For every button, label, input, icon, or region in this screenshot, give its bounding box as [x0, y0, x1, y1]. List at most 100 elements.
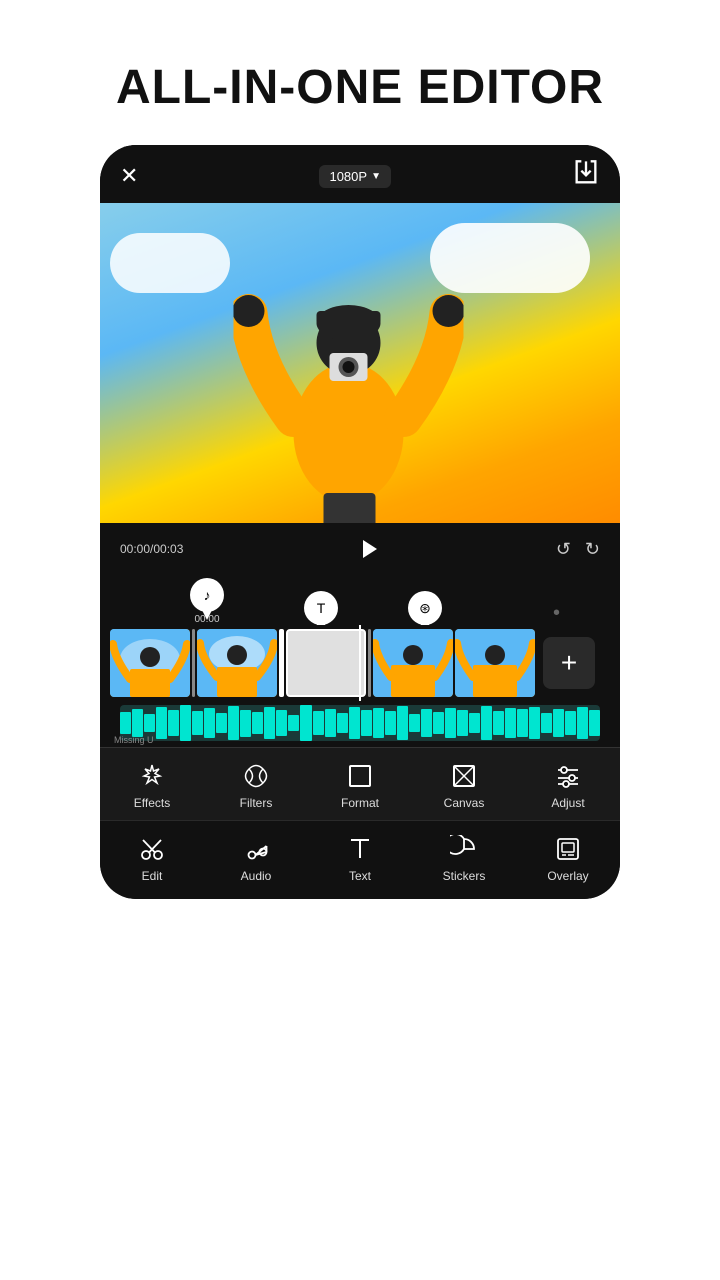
- waveform-bar: [120, 712, 131, 734]
- waveform-bar: [553, 709, 564, 737]
- add-clip-button[interactable]: +: [543, 637, 595, 689]
- tool-audio[interactable]: Audio: [204, 835, 308, 883]
- cloud-left: [110, 233, 230, 293]
- waveform-bar: [144, 714, 155, 732]
- waveform-bar: [445, 708, 456, 739]
- waveform-bar: [421, 709, 432, 737]
- waveform-bar: [361, 710, 372, 735]
- waveform-bar: [288, 715, 299, 731]
- waveform-bar: [300, 705, 311, 740]
- waveform-bar: [349, 707, 360, 739]
- effect-pin-circle: ⊛: [408, 591, 442, 625]
- text-icon: [346, 835, 374, 863]
- edit-scissors-icon: [138, 835, 166, 863]
- tool-effects[interactable]: Effects: [100, 762, 204, 810]
- waveform-bar: [204, 708, 215, 739]
- undo-redo-group: ↺ ↻: [556, 539, 600, 560]
- format-label: Format: [341, 796, 379, 810]
- waveform-bar: [505, 708, 516, 738]
- tool-canvas[interactable]: Canvas: [412, 762, 516, 810]
- waveform-bar: [385, 711, 396, 735]
- timeline-frame-1[interactable]: [110, 629, 190, 697]
- text-label: Text: [349, 869, 371, 883]
- film-strip: +: [100, 625, 620, 701]
- top-bar: ✕ 1080P ▼: [100, 145, 620, 203]
- waveform-bar: [373, 708, 384, 738]
- timeline-frame-5[interactable]: [455, 629, 535, 697]
- effects-label: Effects: [134, 796, 170, 810]
- waveform-bar: [132, 709, 143, 738]
- audio-icon: [242, 835, 270, 863]
- waveform-bar: [192, 711, 203, 734]
- waveform-bar: [240, 710, 251, 737]
- time-display: 00:00/00:03: [120, 542, 183, 556]
- waveform-bar: [457, 710, 468, 736]
- adjust-label: Adjust: [551, 796, 584, 810]
- resolution-selector[interactable]: 1080P ▼: [319, 165, 391, 188]
- page-title: ALL-IN-ONE EDITOR: [116, 60, 604, 115]
- video-preview: [100, 203, 620, 523]
- timeline-frame-4[interactable]: [373, 629, 453, 697]
- toolbar-effects: Effects Filters Format Canvas: [100, 747, 620, 820]
- tool-overlay[interactable]: Overlay: [516, 835, 620, 883]
- export-icon: [572, 159, 600, 187]
- waveform-bar: [180, 705, 191, 741]
- waveform-bar: [264, 707, 275, 739]
- frame-divider-2: [368, 629, 371, 697]
- filters-icon: [242, 762, 270, 790]
- waveform-bar: [517, 709, 528, 736]
- waveform-container: Missing U: [100, 701, 620, 747]
- pin-music[interactable]: ♪ 00:00: [190, 578, 224, 625]
- export-button[interactable]: [572, 159, 600, 193]
- pin-text[interactable]: T: [304, 591, 338, 625]
- waveform-bar: [397, 706, 408, 739]
- overlay-label: Overlay: [547, 869, 588, 883]
- waveform-track-name: Missing U: [114, 735, 154, 745]
- chevron-down-icon: ▼: [371, 171, 381, 182]
- waveform-bar: [589, 710, 600, 736]
- tool-adjust[interactable]: Adjust: [516, 762, 620, 810]
- tool-stickers[interactable]: Stickers: [412, 835, 516, 883]
- waveform-bar: [577, 707, 588, 738]
- tool-format[interactable]: Format: [308, 762, 412, 810]
- waveform-bar: [481, 706, 492, 740]
- resolution-label: 1080P: [329, 169, 367, 184]
- play-icon: [363, 540, 377, 558]
- waveform-bar: [168, 710, 179, 735]
- audio-waveform: [120, 705, 600, 741]
- pin-effect[interactable]: ⊛: [408, 591, 442, 625]
- play-button[interactable]: [354, 533, 386, 565]
- redo-button[interactable]: ↻: [585, 539, 600, 560]
- waveform-bar: [433, 712, 444, 734]
- waveform-bar: [409, 714, 420, 732]
- overlay-icon: [554, 835, 582, 863]
- stickers-icon: [450, 835, 478, 863]
- waveform-bar: [276, 710, 287, 736]
- tool-text[interactable]: Text: [308, 835, 412, 883]
- edit-label: Edit: [142, 869, 163, 883]
- playback-controls: 00:00/00:03 ↺ ↻: [100, 523, 620, 575]
- pin-markers: ♪ 00:00 T ⊛ •: [100, 575, 620, 625]
- waveform-bar: [216, 713, 227, 733]
- timeline-frame-selected[interactable]: [286, 629, 366, 697]
- waveform-bar: [325, 709, 336, 738]
- waveform-bar: [228, 706, 239, 740]
- waveform-bar: [252, 712, 263, 734]
- waveform-bar: [156, 707, 167, 739]
- format-icon: [346, 762, 374, 790]
- undo-button[interactable]: ↺: [556, 539, 571, 560]
- waveform-bar: [541, 713, 552, 732]
- filters-label: Filters: [240, 796, 273, 810]
- close-button[interactable]: ✕: [120, 163, 138, 189]
- tool-filters[interactable]: Filters: [204, 762, 308, 810]
- canvas-icon: [450, 762, 478, 790]
- audio-label: Audio: [241, 869, 272, 883]
- waveform-bar: [337, 713, 348, 733]
- person-figure: [234, 243, 464, 523]
- timeline-frame-2[interactable]: [197, 629, 277, 697]
- toolbar-edit: Edit Audio Text: [100, 820, 620, 899]
- canvas-label: Canvas: [444, 796, 485, 810]
- tool-edit[interactable]: Edit: [100, 835, 204, 883]
- playhead: [359, 625, 361, 701]
- waveform-bar: [565, 711, 576, 734]
